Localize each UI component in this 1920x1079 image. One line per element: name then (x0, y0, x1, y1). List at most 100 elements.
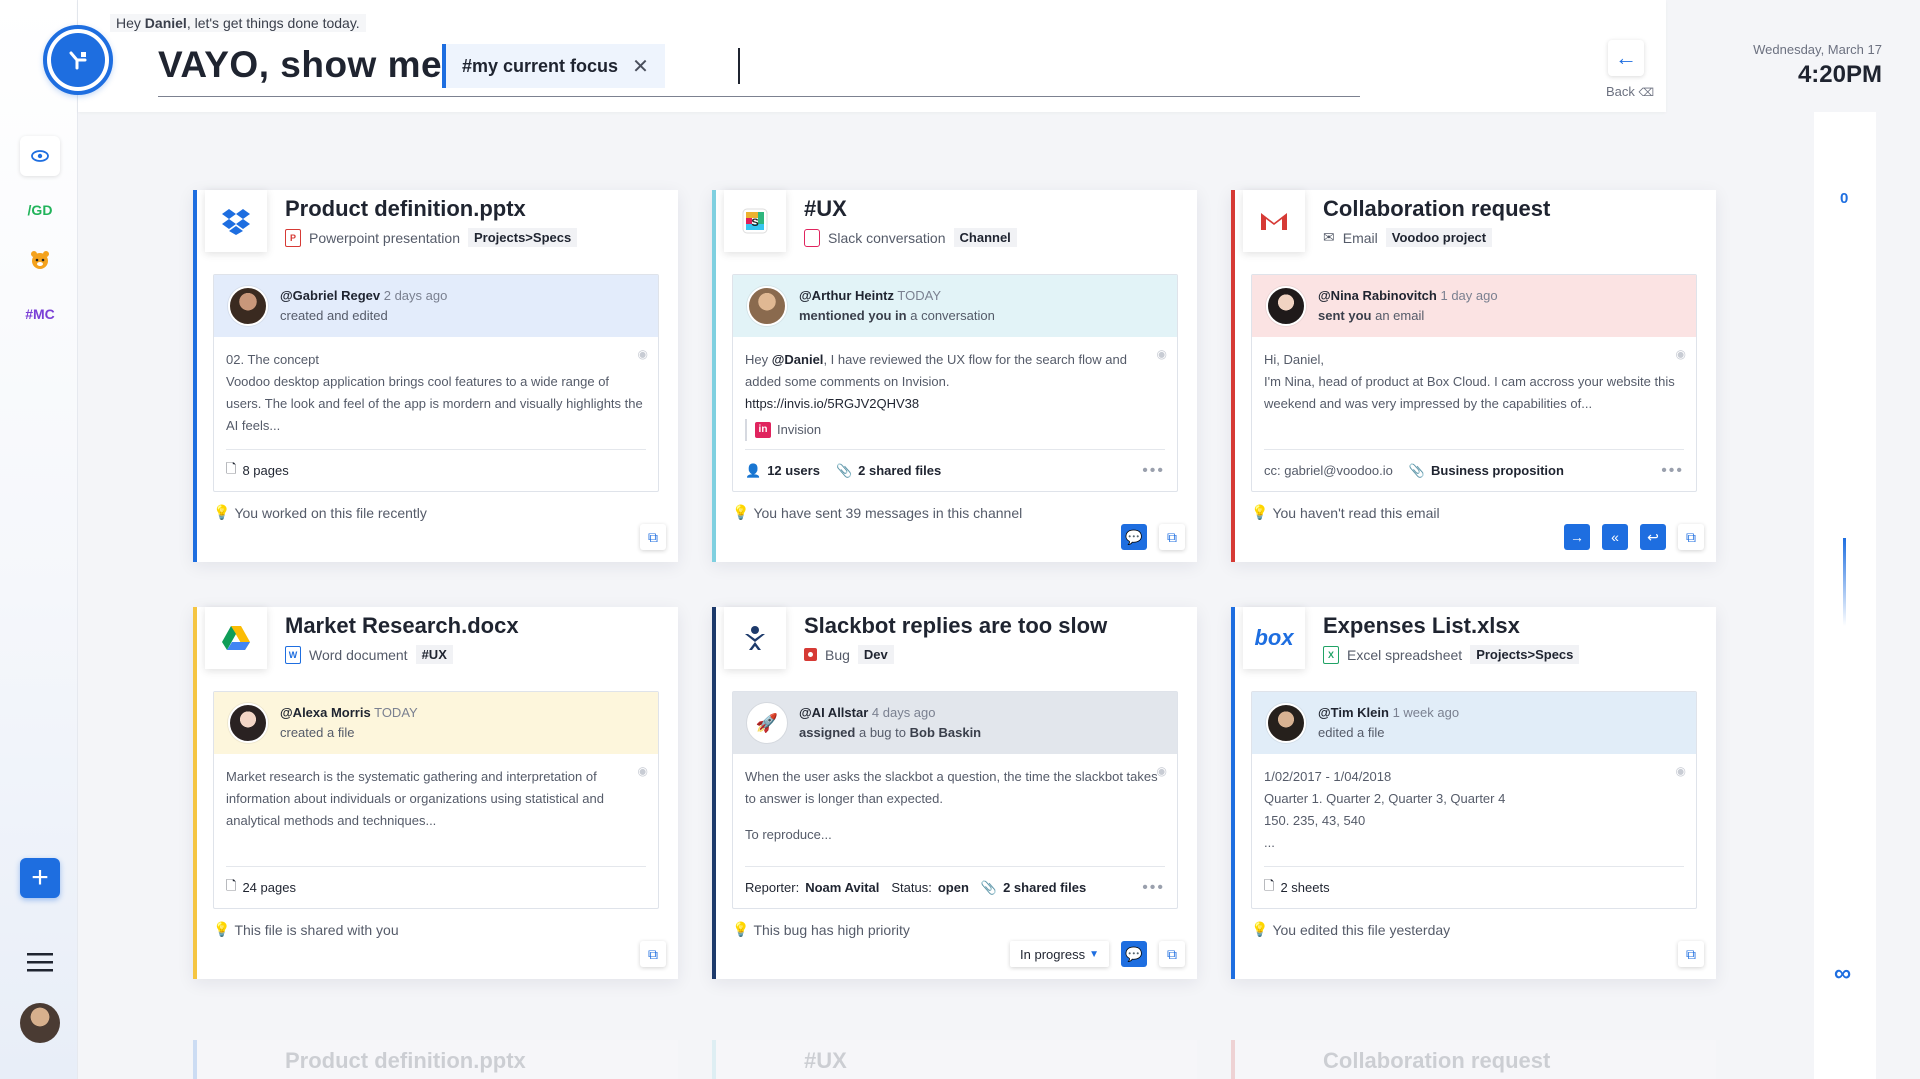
activity-time: TODAY (897, 288, 941, 303)
invision-link[interactable]: https://invis.io/5RGJV2QHV38 (745, 396, 919, 411)
status-value: open (937, 880, 969, 895)
add-button[interactable]: + (20, 858, 60, 898)
link-preview[interactable]: in Invision (745, 419, 1165, 441)
rocket-icon: 🚀 (755, 712, 779, 733)
sidebar: /GD #MC + (0, 0, 113, 1079)
attachment[interactable]: Business proposition (1431, 463, 1564, 478)
open-external-button[interactable]: ⧉ (1159, 941, 1185, 967)
forward-button[interactable]: → (1564, 524, 1590, 550)
open-external-button[interactable]: ⧉ (1678, 524, 1704, 550)
preview-line: When the user asks the slackbot a questi… (745, 769, 1158, 806)
preview-footer: 🗋 8 pages (226, 449, 646, 491)
open-external-button[interactable]: ⧉ (1159, 524, 1185, 550)
hint-text: This file is shared with you (234, 921, 399, 938)
reply-all-button[interactable]: « (1602, 524, 1628, 550)
vayo-logo[interactable] (43, 25, 113, 95)
shared-files[interactable]: 2 shared files (1003, 880, 1086, 895)
card-title[interactable]: Slackbot replies are too slow (804, 613, 1107, 639)
sidebar-item-tiger[interactable] (20, 240, 60, 280)
card-ux-channel[interactable]: S #UX Slack conversation Channel @Arthur… (712, 190, 1197, 562)
lightbulb-icon: 💡 (213, 921, 231, 937)
card-actions: ⧉ (640, 524, 666, 550)
logo-glyph-icon (69, 51, 87, 70)
card-subtitle: ✉ Email Voodoo project (1323, 228, 1493, 247)
activity-user[interactable]: @AI Allstar (799, 705, 868, 720)
card-title[interactable]: Collaboration request (1323, 196, 1550, 222)
eye-icon[interactable]: ◉ (1157, 760, 1167, 782)
reply-button[interactable]: ↩ (1640, 524, 1666, 550)
more-icon[interactable]: ••• (1142, 879, 1165, 897)
activity-action: a bug to (858, 725, 906, 740)
sidebar-item-mc[interactable]: #MC (20, 294, 60, 334)
eye-icon[interactable]: ◉ (1676, 343, 1686, 365)
channel-tag[interactable]: #UX (415, 645, 453, 664)
query-chip[interactable]: #my current focus ✕ (442, 44, 665, 88)
preview-text: ◉ Hi, Daniel, I'm Nina, head of product … (1252, 337, 1696, 447)
card-slackbot-bug[interactable]: Slackbot replies are too slow Bug Dev 🚀 … (712, 607, 1197, 979)
jira-icon (724, 607, 786, 669)
scroll-indicator[interactable] (1843, 538, 1846, 626)
card-subtitle: Slack conversation Channel (804, 228, 1017, 247)
avatar (1266, 286, 1306, 326)
project-tag[interactable]: Projects>Specs (1470, 645, 1580, 664)
open-external-button[interactable]: ⧉ (1678, 941, 1704, 967)
open-external-button[interactable]: ⧉ (640, 941, 666, 967)
comment-button[interactable]: 💬 (1121, 941, 1147, 967)
card-subtitle: Bug Dev (804, 645, 894, 664)
card-collaboration-request[interactable]: Collaboration request ✉ Email Voodoo pro… (1231, 190, 1716, 562)
close-icon[interactable]: ✕ (632, 54, 649, 79)
card-title[interactable]: Expenses List.xlsx (1323, 613, 1520, 639)
card-market-research[interactable]: Market Research.docx W Word document #UX… (193, 607, 678, 979)
activity-user[interactable]: @Nina Rabinovitch (1318, 288, 1437, 303)
open-external-button[interactable]: ⧉ (640, 524, 666, 550)
focus-view-button[interactable] (20, 136, 60, 176)
card-title[interactable]: Product definition.pptx (285, 196, 526, 222)
card-expenses-list[interactable]: box Expenses List.xlsx X Excel spreadshe… (1231, 607, 1716, 979)
user-avatar[interactable] (20, 1003, 60, 1043)
back-label[interactable]: Back ⌫ (1606, 84, 1654, 99)
project-tag[interactable]: Dev (857, 645, 894, 664)
reporter[interactable]: Noam Avital (805, 880, 879, 895)
activity-user[interactable]: @Arthur Heintz (799, 288, 894, 303)
reply-message-button[interactable]: 💬 (1121, 524, 1147, 550)
card-title[interactable]: Market Research.docx (285, 613, 519, 639)
infinity-icon[interactable]: ∞ (1834, 960, 1851, 988)
shared-files[interactable]: 2 shared files (858, 463, 941, 478)
activity-user[interactable]: @Tim Klein (1318, 705, 1389, 720)
lightbulb-icon: 💡 (1251, 921, 1269, 937)
eye-icon[interactable]: ◉ (1157, 343, 1167, 365)
preview-line: I'm Nina, head of product at Box Cloud. … (1264, 374, 1675, 411)
preview-footer: 🗋 2 sheets (1264, 866, 1684, 908)
message-icon: 💬 (1125, 528, 1143, 545)
more-icon[interactable]: ••• (1142, 462, 1165, 480)
back-button[interactable]: ← (1608, 40, 1644, 76)
hint-text: You edited this file yesterday (1272, 921, 1451, 938)
card-product-definition[interactable]: Product definition.pptx P Powerpoint pre… (193, 190, 678, 562)
faded-card: Product definition.pptx (193, 1040, 678, 1079)
activity-action: a conversation (910, 308, 995, 323)
activity-user[interactable]: @Alexa Morris (280, 705, 371, 720)
preview-text: ◉ 1/02/2017 - 1/04/2018 Quarter 1. Quart… (1252, 754, 1696, 864)
status-dropdown[interactable]: In progress ▼ (1010, 941, 1109, 967)
activity-action: an email (1375, 308, 1425, 323)
page-icon: 🗋 (226, 460, 237, 476)
sidebar-item-gd[interactable]: /GD (20, 190, 60, 230)
project-tag[interactable]: Projects>Specs (468, 228, 578, 247)
mention[interactable]: @Daniel (772, 352, 824, 367)
eye-icon[interactable]: ◉ (638, 343, 648, 365)
activity-time: 1 week ago (1392, 705, 1460, 720)
eye-icon[interactable]: ◉ (638, 760, 648, 782)
more-icon[interactable]: ••• (1661, 462, 1684, 480)
project-tag[interactable]: Voodoo project (1385, 228, 1493, 247)
eye-icon[interactable]: ◉ (1676, 760, 1686, 782)
avatar (1266, 703, 1306, 743)
card-title[interactable]: #UX (804, 196, 847, 222)
chevron-down-icon: ▼ (1089, 948, 1099, 960)
card-subtitle: X Excel spreadsheet Projects>Specs (1323, 645, 1580, 664)
sheet-count: 2 sheets (1280, 880, 1330, 895)
assignee[interactable]: Bob Baskin (910, 725, 982, 740)
activity-user[interactable]: @Gabriel Regev (280, 288, 380, 303)
channel-tag[interactable]: Channel (953, 228, 1017, 247)
hamburger-menu-icon[interactable] (20, 942, 60, 982)
hint: 💡 You edited this file yesterday (1251, 921, 1450, 938)
